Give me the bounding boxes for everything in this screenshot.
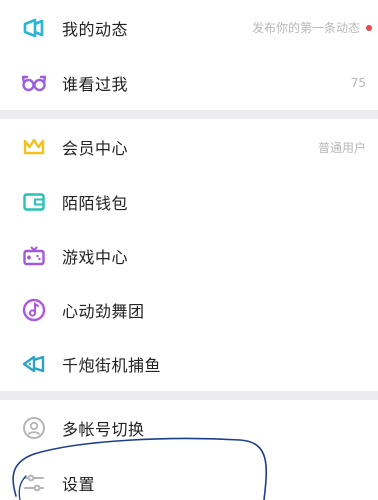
megaphone-icon (20, 14, 48, 42)
menu-item-game-center[interactable]: 游戏中心 (0, 229, 378, 283)
menu-item-hint: 发布你的第一条动态 (251, 21, 360, 35)
settings-sliders-icon (20, 469, 48, 497)
menu-item-label: 千炮街机捕鱼 (62, 356, 162, 375)
fish-icon (20, 350, 48, 378)
gamepad-icon (20, 242, 48, 270)
menu-item-label: 心动劲舞团 (62, 302, 145, 321)
menu-item-fishing-game[interactable]: 千炮街机捕鱼 (0, 337, 378, 391)
menu-item-my-posts[interactable]: 我的动态 发布你的第一条动态 (0, 0, 378, 55)
menu-list: 我的动态 发布你的第一条动态 谁看过我 75 会员中心 普通用户 陌陌钱包 游戏… (0, 0, 378, 500)
crown-icon (20, 133, 48, 161)
menu-item-dance-group[interactable]: 心动劲舞团 (0, 283, 378, 337)
menu-item-switch-account[interactable]: 多帐号切换 (0, 400, 378, 455)
menu-item-wallet[interactable]: 陌陌钱包 (0, 175, 378, 229)
menu-item-vip-center[interactable]: 会员中心 普通用户 (0, 119, 378, 175)
wallet-icon (20, 188, 48, 216)
notification-dot (366, 24, 372, 31)
menu-item-label: 陌陌钱包 (62, 194, 129, 213)
membership-status: 普通用户 (317, 140, 366, 155)
section-divider (0, 391, 378, 400)
menu-item-label: 谁看过我 (62, 74, 129, 94)
section-divider (0, 110, 378, 119)
music-note-icon (20, 296, 48, 324)
account-switch-icon (20, 414, 48, 442)
visitor-count: 75 (350, 75, 366, 90)
menu-item-label: 游戏中心 (62, 248, 129, 267)
menu-item-label: 设置 (62, 474, 96, 494)
menu-item-settings[interactable]: 设置 (0, 455, 378, 500)
menu-item-visitors[interactable]: 谁看过我 75 (0, 55, 378, 110)
glasses-icon (20, 69, 48, 97)
menu-item-label: 我的动态 (62, 19, 129, 39)
menu-item-label: 多帐号切换 (62, 419, 145, 439)
menu-item-label: 会员中心 (62, 139, 129, 158)
